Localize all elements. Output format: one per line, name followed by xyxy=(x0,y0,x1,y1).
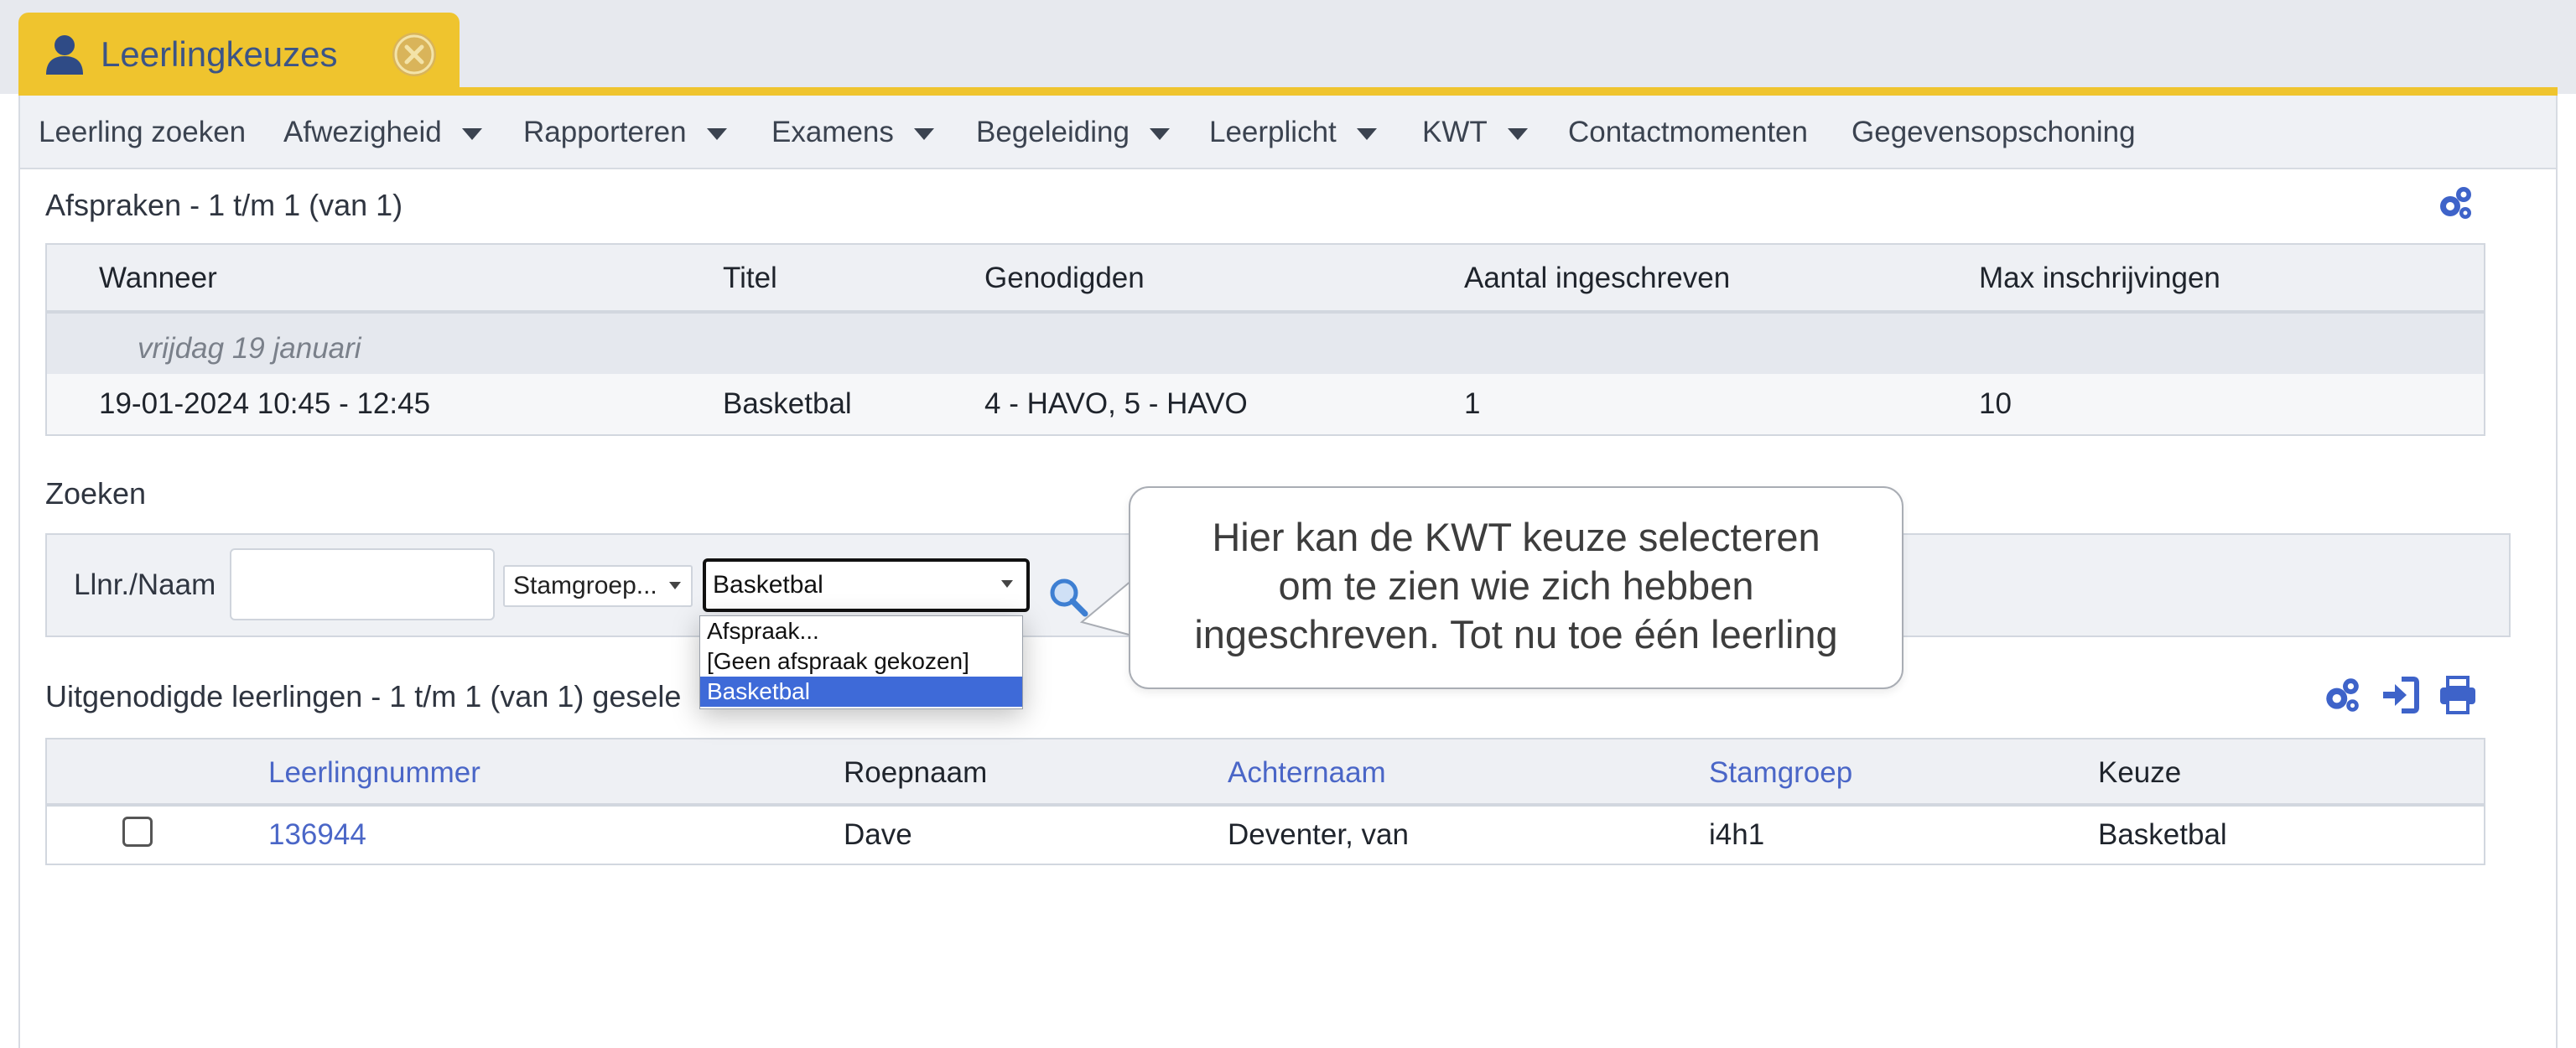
menu-rapporteren[interactable]: Rapporteren xyxy=(523,116,727,149)
table-row[interactable]: 19-01-2024 10:45 - 12:45 Basketbal 4 - H… xyxy=(47,374,2484,434)
column-header-sortable[interactable]: Achternaam xyxy=(1228,756,1386,790)
dropdown-option-selected[interactable]: Basketbal xyxy=(700,677,1022,707)
cell-keuze: Basketbal xyxy=(2098,818,2227,851)
cell-achternaam: Deventer, van xyxy=(1228,818,1409,851)
chevron-down-icon xyxy=(1001,580,1013,588)
appointments-title: Afspraken - 1 t/m 1 (van 1) xyxy=(45,188,403,222)
chevron-down-icon xyxy=(669,582,681,589)
instruction-callout: Hier kan de KWT keuze selecteren om te z… xyxy=(1129,486,1903,689)
sign-in-icon[interactable] xyxy=(2380,674,2422,716)
stamgroep-select[interactable]: Stamgroep... xyxy=(503,565,693,607)
chevron-down-icon xyxy=(913,127,934,140)
cell-genodigden: 4 - HAVO, 5 - HAVO xyxy=(984,387,1248,420)
dropdown-option[interactable]: [Geen afspraak gekozen] xyxy=(700,646,1022,677)
callout-text: Hier kan de KWT keuze selecteren om te z… xyxy=(1194,515,1838,656)
name-label: Llnr./Naam xyxy=(74,568,216,601)
group-row: vrijdag 19 januari xyxy=(47,314,2484,374)
print-icon[interactable] xyxy=(2437,674,2479,716)
table-header: Leerlingnummer Roepnaam Achternaam Stamg… xyxy=(47,739,2484,807)
cell-wanneer: 19-01-2024 10:45 - 12:45 xyxy=(99,387,431,420)
cell-aantal: 1 xyxy=(1464,387,1481,420)
name-search-input[interactable] xyxy=(230,548,495,620)
menu-gegevensopschoning[interactable]: Gegevensopschoning xyxy=(1852,116,2136,149)
students-title: Uitgenodigde leerlingen - 1 t/m 1 (van 1… xyxy=(45,679,682,713)
menu-contactmomenten[interactable]: Contactmomenten xyxy=(1568,116,1808,149)
chevron-down-icon xyxy=(461,127,482,140)
column-header-sortable[interactable]: Stamgroep xyxy=(1709,756,1852,790)
tab-title: Leerlingkeuzes xyxy=(101,34,338,74)
students-table: Leerlingnummer Roepnaam Achternaam Stamg… xyxy=(45,738,2485,865)
menu-bar: Leerling zoeken Afwezigheid Rapporteren … xyxy=(18,96,2558,169)
table-header: Wanneer Titel Genodigden Aantal ingeschr… xyxy=(47,245,2484,314)
appointments-table: Wanneer Titel Genodigden Aantal ingeschr… xyxy=(45,243,2485,436)
column-header[interactable]: Genodigden xyxy=(984,262,1145,295)
menu-leerling-zoeken[interactable]: Leerling zoeken xyxy=(39,116,246,149)
kwt-keuze-select[interactable]: Basketbal xyxy=(703,558,1030,612)
settings-gears-icon[interactable] xyxy=(2321,674,2363,716)
chevron-down-icon xyxy=(1149,127,1170,140)
column-header-sortable[interactable]: Leerlingnummer xyxy=(268,756,480,790)
tab-accent-line xyxy=(18,87,2558,96)
column-header[interactable]: Max inschrijvingen xyxy=(1979,262,2220,295)
menu-leerplicht[interactable]: Leerplicht xyxy=(1209,116,1377,149)
menu-afwezigheid[interactable]: Afwezigheid xyxy=(283,116,482,149)
user-icon xyxy=(46,35,83,75)
dropdown-option[interactable]: Afspraak... xyxy=(700,616,1022,646)
cell-roepnaam: Dave xyxy=(844,818,912,851)
close-circle-icon[interactable] xyxy=(392,33,436,76)
tab-leerlingkeuzes[interactable]: Leerlingkeuzes xyxy=(18,13,460,94)
column-header[interactable]: Wanneer xyxy=(99,262,217,295)
column-header[interactable]: Titel xyxy=(723,262,777,295)
chevron-down-icon xyxy=(1356,127,1377,140)
search-title: Zoeken xyxy=(45,476,147,511)
menu-kwt[interactable]: KWT xyxy=(1422,116,1528,149)
column-header[interactable]: Keuze xyxy=(2098,756,2181,790)
kwt-keuze-dropdown-list: Afspraak... [Geen afspraak gekozen] Bask… xyxy=(699,615,1023,709)
cell-max: 10 xyxy=(1979,387,2012,420)
chevron-down-icon xyxy=(706,127,727,140)
cell-stamgroep: i4h1 xyxy=(1709,818,1765,851)
menu-begeleiding[interactable]: Begeleiding xyxy=(976,116,1170,149)
table-row[interactable]: 136944 Dave Deventer, van i4h1 Basketbal xyxy=(47,807,2484,864)
settings-gears-icon[interactable] xyxy=(2435,183,2475,223)
menu-examens[interactable]: Examens xyxy=(771,116,934,149)
column-header[interactable]: Roepnaam xyxy=(844,756,987,790)
cell-titel: Basketbal xyxy=(723,387,852,420)
column-header[interactable]: Aantal ingeschreven xyxy=(1464,262,1730,295)
row-checkbox[interactable] xyxy=(122,817,153,847)
group-label: vrijdag 19 januari xyxy=(138,332,361,365)
chevron-down-icon xyxy=(1507,127,1528,140)
cell-leerlingnummer[interactable]: 136944 xyxy=(268,818,366,852)
